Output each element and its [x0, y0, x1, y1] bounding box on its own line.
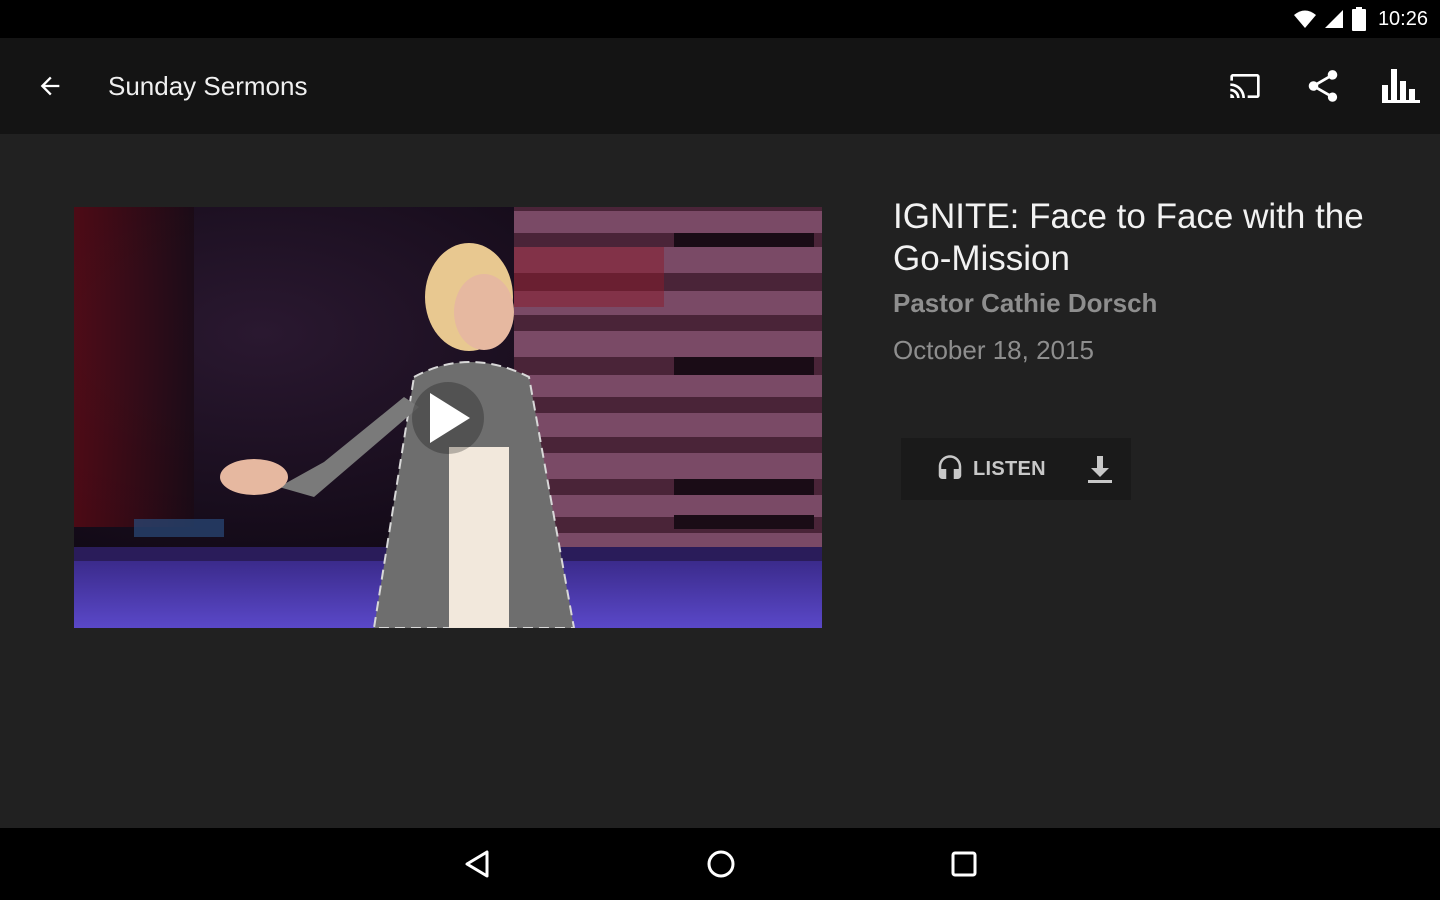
stats-button[interactable]: [1362, 38, 1440, 134]
arrow-left-icon: [40, 76, 60, 96]
nav-recents-button[interactable]: [924, 828, 1004, 900]
sermon-date: October 18, 2015: [893, 335, 1094, 365]
signal-icon: [1324, 10, 1343, 28]
download-button[interactable]: [1069, 438, 1131, 500]
headphones-icon: [938, 455, 962, 479]
play-button[interactable]: [412, 381, 484, 454]
play-icon: [430, 392, 470, 443]
audio-controls: LISTEN: [901, 438, 1131, 500]
battery-icon: [1351, 7, 1366, 31]
listen-button[interactable]: LISTEN: [901, 438, 1046, 500]
back-triangle-icon: [465, 850, 489, 878]
app-bar: Sunday Sermons: [0, 38, 1440, 134]
nav-back-button[interactable]: [438, 828, 518, 900]
download-icon: [1088, 456, 1112, 483]
sermon-title: IGNITE: Face to Face with the Go-Mission: [893, 197, 1364, 278]
recents-square-icon: [951, 851, 977, 877]
status-bar: 10:26: [0, 0, 1440, 38]
share-icon: [1308, 70, 1338, 102]
sermon-detail: IGNITE: Face to Face with the Go-Mission…: [0, 134, 1440, 828]
listen-label: LISTEN: [973, 457, 1046, 480]
system-nav-bar: [0, 828, 1440, 900]
nav-home-button[interactable]: [681, 828, 761, 900]
app-bar-actions: [1206, 38, 1440, 134]
status-time: 10:26: [1377, 7, 1428, 30]
sermon-info: IGNITE: Face to Face with the Go-Mission…: [893, 196, 1413, 366]
cast-icon: [1230, 74, 1260, 98]
wifi-icon: [1293, 10, 1316, 28]
sermon-speaker: Pastor Cathie Dorsch: [893, 288, 1158, 318]
back-button[interactable]: [0, 38, 100, 134]
video-player[interactable]: [74, 207, 822, 628]
bar-chart-icon: [1382, 69, 1420, 103]
share-button[interactable]: [1284, 38, 1362, 134]
home-circle-icon: [707, 850, 735, 878]
cast-button[interactable]: [1206, 38, 1284, 134]
page-title: Sunday Sermons: [108, 70, 308, 101]
